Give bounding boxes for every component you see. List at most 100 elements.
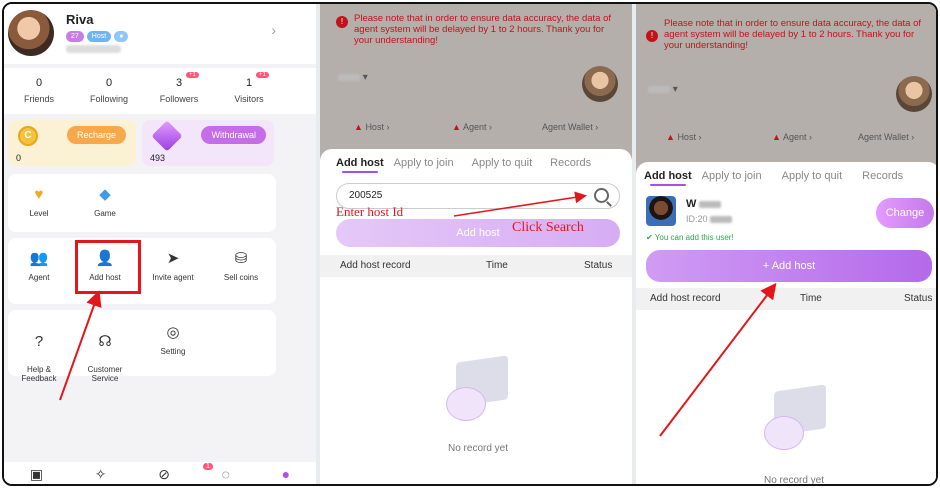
coins-card[interactable]: C Recharge 0 <box>8 120 136 166</box>
menu-card-3: ? Help & Feedback ☊ Customer Service ◎ S… <box>8 310 276 383</box>
menu-item-label: Customer Service <box>87 365 123 383</box>
dimmed-avatar <box>582 66 618 102</box>
stat-visitors[interactable]: +1 1 Visitors <box>214 68 284 114</box>
gems-value: 493 <box>150 153 166 163</box>
col-record: Add host record <box>340 260 411 271</box>
menu-item-agent[interactable]: 👥 Agent <box>8 250 70 282</box>
coins-value: 0 <box>16 153 22 163</box>
user-name: Riva <box>66 12 94 27</box>
menu-item-label: Sell coins <box>223 273 259 282</box>
warning-icon: ! <box>646 30 658 42</box>
col-time: Time <box>800 293 822 304</box>
stat-friends[interactable]: 0 Friends <box>4 68 74 114</box>
empty-state-text: No record yet <box>447 443 509 454</box>
menu-card-1: ♥ Level ◆ Game <box>8 174 276 232</box>
stat-value: 0 <box>35 77 43 89</box>
record-table-header: Add host record Time Status <box>320 255 632 277</box>
menu-item-customer-service[interactable]: ☊ Customer Service <box>74 324 136 392</box>
tab-records[interactable]: Records <box>550 157 591 169</box>
change-button[interactable]: Change <box>876 198 934 228</box>
menu-item-label: Help & Feedback <box>21 365 57 383</box>
stat-following[interactable]: 0 Following <box>74 68 144 114</box>
host-badge: Host <box>86 31 112 42</box>
stat-label: Visitors <box>234 94 264 104</box>
game-icon: ◆ <box>99 186 111 203</box>
extra-badge: ● <box>114 31 129 42</box>
menu-item-invite-agent[interactable]: ➤ Invite agent <box>142 250 204 282</box>
menu-card-2: 👥 Agent 👤 Add host ➤ Invite agent ⛁ Sell… <box>8 238 276 304</box>
stat-label: Followers <box>159 94 199 104</box>
empty-state-text: No record yet <box>763 475 825 486</box>
add-host-button[interactable]: + Add host <box>646 250 932 282</box>
coins-icon: ⛁ <box>234 250 248 267</box>
profile-panel: Riva 27 Host ● › 0 Friends 0 Following +… <box>4 4 316 484</box>
dimmed-background: ! Please note that in order to ensure da… <box>320 4 632 164</box>
diamond-icon <box>151 120 183 152</box>
notice-text: Please note that in order to ensure data… <box>354 13 612 46</box>
can-add-status: ✔ You can add this user! <box>646 233 734 242</box>
sheet-tabs: Add host Apply to join Apply to quit Rec… <box>636 170 936 186</box>
menu-item-label: Invite agent <box>152 273 194 282</box>
empty-box-illustration <box>440 355 520 429</box>
dimmed-tab-wallet: Agent Wallet › <box>858 132 915 142</box>
profile-header[interactable]: Riva 27 Host ● › <box>4 4 316 64</box>
empty-box-illustration <box>758 384 838 458</box>
add-host-sheet: Add host Apply to join Apply to quit Rec… <box>320 149 632 484</box>
col-status: Status <box>904 293 933 304</box>
search-input-value[interactable]: 200525 <box>349 190 382 201</box>
add-host-sheet: Add host Apply to join Apply to quit Rec… <box>636 162 936 486</box>
user-badges: 27 Host ● <box>66 31 129 42</box>
explore-icon[interactable]: ⊘ <box>158 466 170 484</box>
dimmed-tab-wallet: Agent Wallet › <box>542 122 599 132</box>
level-badge: 27 <box>66 31 84 42</box>
me-icon[interactable]: ● <box>282 466 290 484</box>
dimmed-account-name: ▾ <box>648 84 678 95</box>
tab-apply-to-quit[interactable]: Apply to quit <box>782 170 843 182</box>
recharge-button[interactable]: Recharge <box>66 126 126 144</box>
withdrawal-button[interactable]: Withdrawal <box>201 126 266 144</box>
menu-item-help[interactable]: ? Help & Feedback <box>8 324 70 392</box>
tab-records[interactable]: Records <box>862 170 903 182</box>
menu-item-label: Agent <box>28 273 50 282</box>
dimmed-background: ! Please note that in order to ensure da… <box>636 4 936 174</box>
col-record: Add host record <box>650 293 721 304</box>
settings-icon: ◎ <box>166 324 180 341</box>
bottom-nav: ▣ ✧ ⊘ ◌ ● <box>4 462 316 484</box>
tab-add-host[interactable]: Add host <box>644 170 692 186</box>
message-icon[interactable]: ◌ <box>222 466 230 484</box>
record-table-header: Add host record Time Status <box>636 288 936 310</box>
help-icon: ? <box>34 333 44 350</box>
live-icon[interactable]: ▣ <box>30 466 43 484</box>
stat-value: 0 <box>105 77 113 89</box>
dimmed-tab-agent: ▲ Agent › <box>772 132 812 142</box>
followers-new-badge: +1 <box>186 72 199 78</box>
headset-icon: ☊ <box>98 333 112 350</box>
menu-item-sell-coins[interactable]: ⛁ Sell coins <box>210 250 272 282</box>
warning-icon: ! <box>336 16 348 28</box>
tab-apply-to-quit[interactable]: Apply to quit <box>472 157 533 169</box>
tab-apply-to-join[interactable]: Apply to join <box>394 157 454 169</box>
search-icon[interactable] <box>594 188 609 203</box>
tab-apply-to-join[interactable]: Apply to join <box>702 170 762 182</box>
chevron-right-icon[interactable]: › <box>271 22 276 38</box>
annotation-enter-host-id: Enter host Id <box>336 204 404 219</box>
dimmed-tab-host: ▲ Host › <box>666 132 702 142</box>
coin-icon: C <box>18 126 38 146</box>
level-icon: ♥ <box>34 186 44 203</box>
avatar[interactable] <box>8 10 54 56</box>
host-id: ID:20 <box>686 214 733 224</box>
menu-item-game[interactable]: ◆ Game <box>74 186 136 218</box>
annotation-click-search: Click Search <box>512 220 584 235</box>
message-badge: 1 <box>203 463 213 470</box>
tab-add-host[interactable]: Add host <box>336 157 384 173</box>
menu-item-label: Level <box>29 209 49 218</box>
stat-followers[interactable]: +1 3 Followers <box>144 68 214 114</box>
menu-item-setting[interactable]: ◎ Setting <box>142 324 204 356</box>
host-result-panel: ! Please note that in order to ensure da… <box>636 4 936 486</box>
sheet-tabs: Add host Apply to join Apply to quit Rec… <box>320 157 632 173</box>
gems-card[interactable]: Withdrawal 493 <box>142 120 274 166</box>
party-icon[interactable]: ✧ <box>95 466 107 484</box>
dimmed-tab-agent: ▲ Agent › <box>452 122 492 132</box>
menu-item-label: Setting <box>160 347 186 356</box>
menu-item-level[interactable]: ♥ Level <box>8 186 70 218</box>
